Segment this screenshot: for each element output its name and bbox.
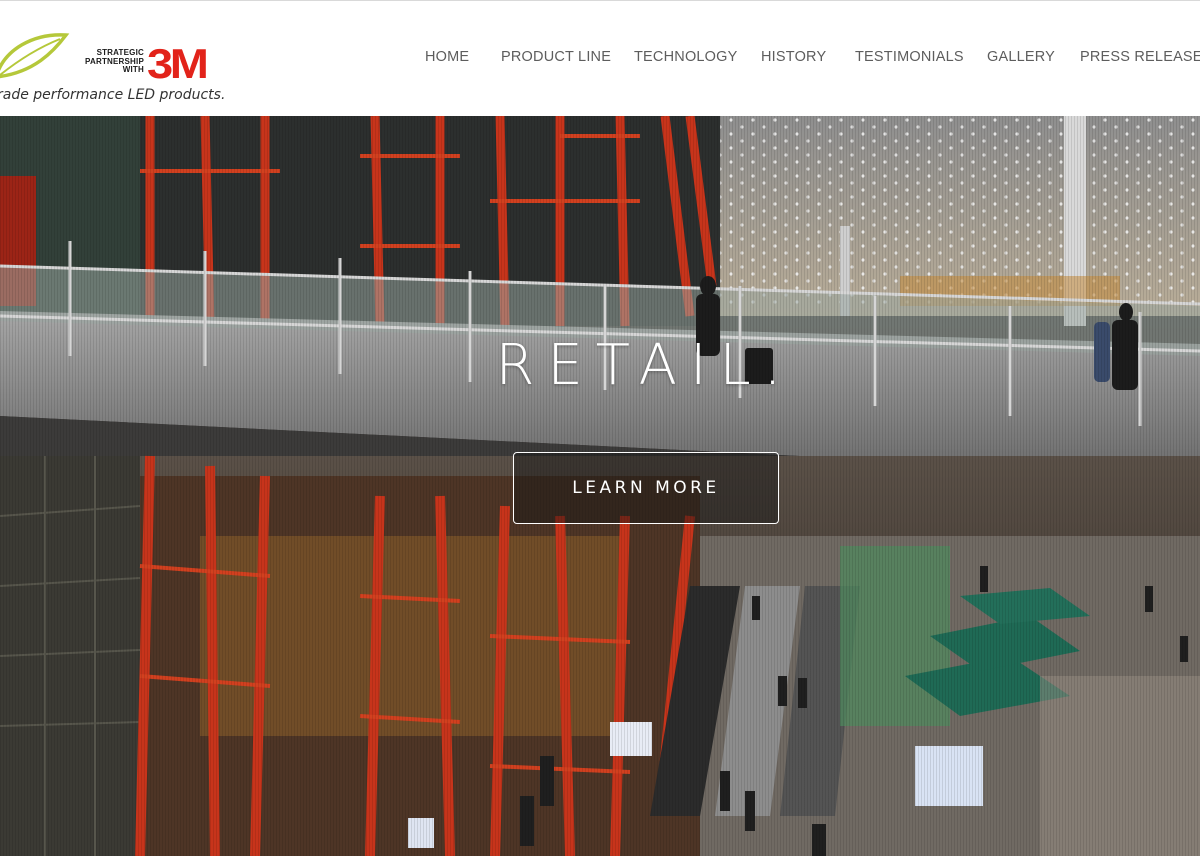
site-header: STRATEGIC PARTNERSHIP WITH 3M rade perfo… [0,0,1200,116]
learn-more-button[interactable]: LEARN MORE [513,452,779,524]
nav-technology[interactable]: TECHNOLOGY [634,49,738,65]
hero-banner: RETAIL. LEARN MORE [0,116,1200,856]
nav-gallery[interactable]: GALLERY [987,49,1055,65]
nav-home[interactable]: HOME [425,49,469,65]
hero-title: RETAIL. [495,333,795,398]
main-nav: HOME PRODUCT LINE TECHNOLOGY HISTORY TES… [0,49,1200,69]
nav-history[interactable]: HISTORY [761,49,826,65]
learn-more-label: LEARN MORE [572,478,720,498]
tagline: rade performance LED products. [0,87,226,103]
nav-press-releases[interactable]: PRESS RELEASES [1080,49,1200,65]
nav-testimonials[interactable]: TESTIMONIALS [855,49,964,65]
nav-product-line[interactable]: PRODUCT LINE [501,49,611,65]
